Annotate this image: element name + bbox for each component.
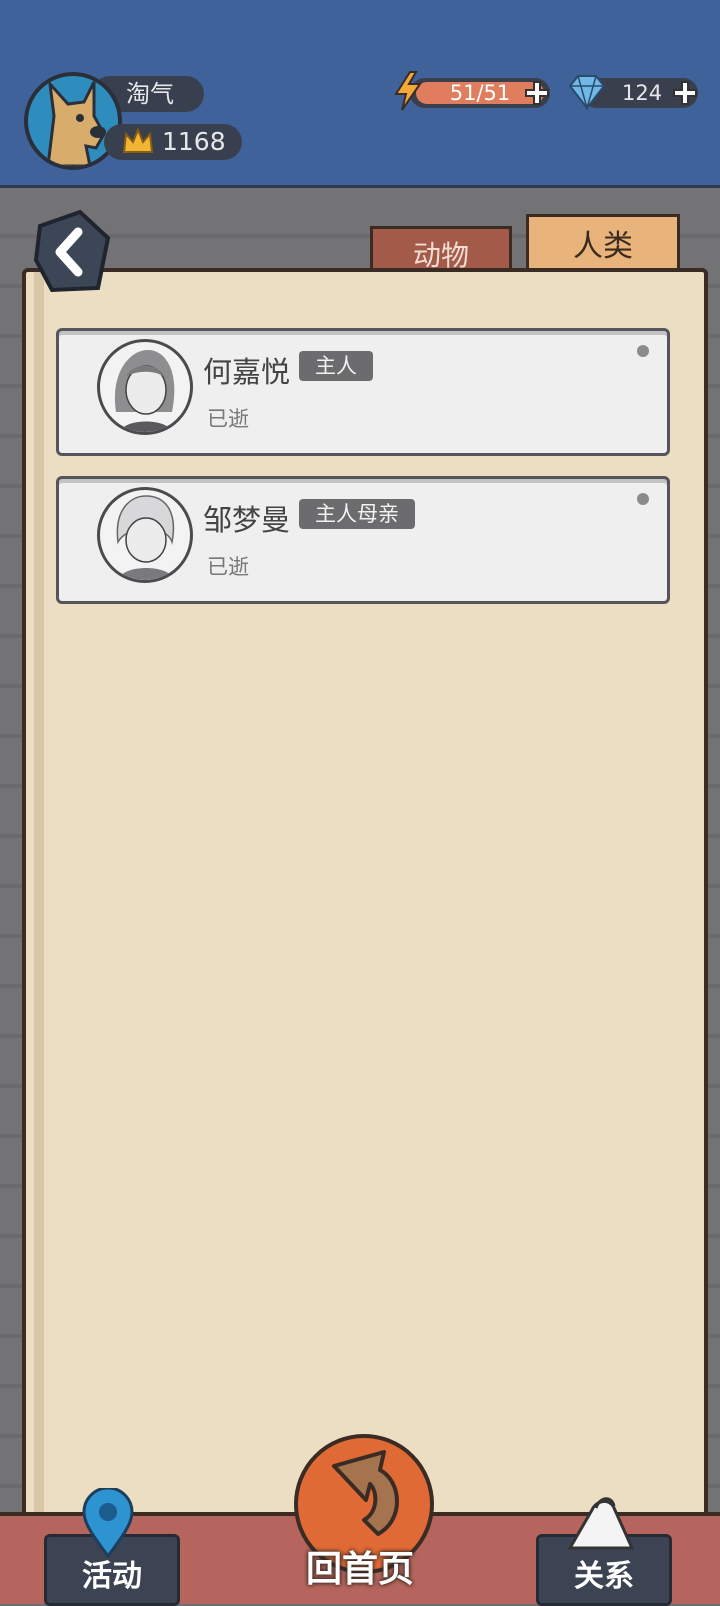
person-name: 何嘉悦 [203,355,291,389]
paw-handshake-icon [567,1497,635,1550]
person-card-owner-mother[interactable]: 邹梦曼 主人母亲 已逝 [56,476,670,604]
relation-tag: 主人母亲 [299,499,415,529]
add-gems-button[interactable] [672,80,698,106]
person-card-owner[interactable]: 何嘉悦 主人 已逝 [56,328,670,456]
dog-icon [46,79,106,166]
woman-portrait-icon [114,350,175,432]
indicator-dot [637,345,649,357]
player-avatar[interactable] [24,72,122,170]
diamond-icon [568,75,606,110]
nav-relations-label: 关系 [574,1559,634,1594]
person-name: 邹梦曼 [203,503,291,537]
relation-tag: 主人 [299,351,373,381]
map-pin-icon [82,1488,134,1558]
lightning-icon [394,71,422,111]
add-energy-button[interactable] [524,80,550,106]
person-portrait [97,487,193,583]
tab-humans[interactable]: 人类 [526,214,680,276]
gem-count: 124 [622,81,663,105]
person-status: 已逝 [207,407,249,431]
crown-count: 1168 [162,127,226,156]
person-portrait [97,339,193,435]
crown-icon [122,128,154,153]
top-status-bar: 淘气 1168 51/51 124 [0,0,720,188]
back-button[interactable] [32,208,112,296]
woman-portrait-icon [116,495,175,580]
relations-panel [22,268,708,1536]
crown-counter: 1168 [104,124,242,160]
person-status: 已逝 [207,555,249,579]
home-button-label: 回首页 [305,1549,414,1590]
indicator-dot [637,493,649,505]
